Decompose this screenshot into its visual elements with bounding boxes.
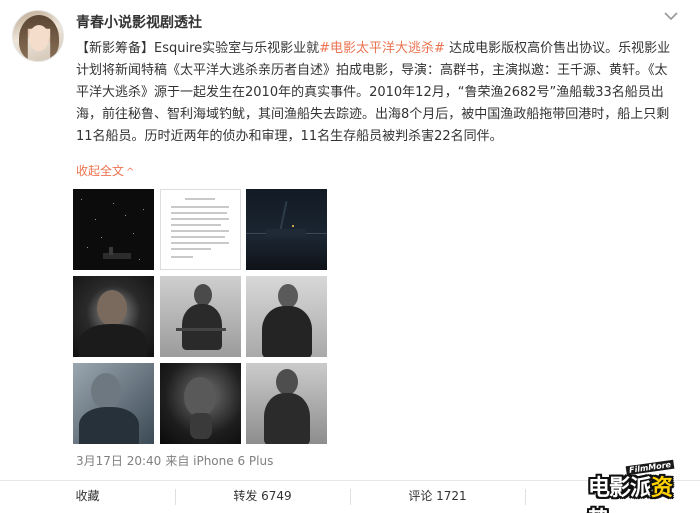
collapse-label: 收起全文 xyxy=(76,164,125,178)
chevron-up-icon: ^ xyxy=(126,167,135,178)
photo-thumbnail[interactable] xyxy=(73,276,154,357)
photo-thumbnail[interactable] xyxy=(160,189,241,270)
chevron-down-icon[interactable] xyxy=(663,10,679,22)
comment-button[interactable]: 评论 1721 xyxy=(350,481,525,513)
photo-thumbnail[interactable] xyxy=(160,363,241,444)
photo-grid xyxy=(73,189,327,444)
photo-thumbnail[interactable] xyxy=(246,363,327,444)
watermark-text: 电影派资势 xyxy=(588,476,673,513)
topic-link[interactable]: #电影太平洋大逃杀# xyxy=(319,41,445,56)
photo-thumbnail[interactable] xyxy=(160,276,241,357)
username-link[interactable]: 青春小说影视剧透社 xyxy=(76,12,202,32)
photo-thumbnail[interactable] xyxy=(246,276,327,357)
favorite-button[interactable]: 收藏 xyxy=(0,481,175,513)
post-text-segment: 【新影筹备】Esquire实验室与乐视影业就 xyxy=(76,41,320,56)
photo-thumbnail[interactable] xyxy=(73,363,154,444)
collapse-text-link[interactable]: 收起全文 ^ xyxy=(76,162,134,179)
post-text: 【新影筹备】Esquire实验室与乐视影业就#电影太平洋大逃杀# 达成电影版权高… xyxy=(76,38,676,148)
post-meta: 3月17日 20:40 来自 iPhone 6 Plus xyxy=(76,452,273,469)
photo-thumbnail[interactable] xyxy=(246,189,327,270)
repost-button[interactable]: 转发 6749 xyxy=(175,481,350,513)
avatar[interactable] xyxy=(12,10,64,62)
watermark-logo: FilmMore 电影派资势 xyxy=(586,459,692,513)
divider xyxy=(525,489,526,505)
post-text-segment: 达成电影版权高价售出协议。乐视影业计划将新闻特稿《太平洋大逃杀亲历者自述》拍成电… xyxy=(76,41,671,144)
photo-thumbnail[interactable] xyxy=(73,189,154,270)
post-source: 来自 iPhone 6 Plus xyxy=(165,454,274,468)
post-time[interactable]: 3月17日 20:40 xyxy=(76,454,161,468)
